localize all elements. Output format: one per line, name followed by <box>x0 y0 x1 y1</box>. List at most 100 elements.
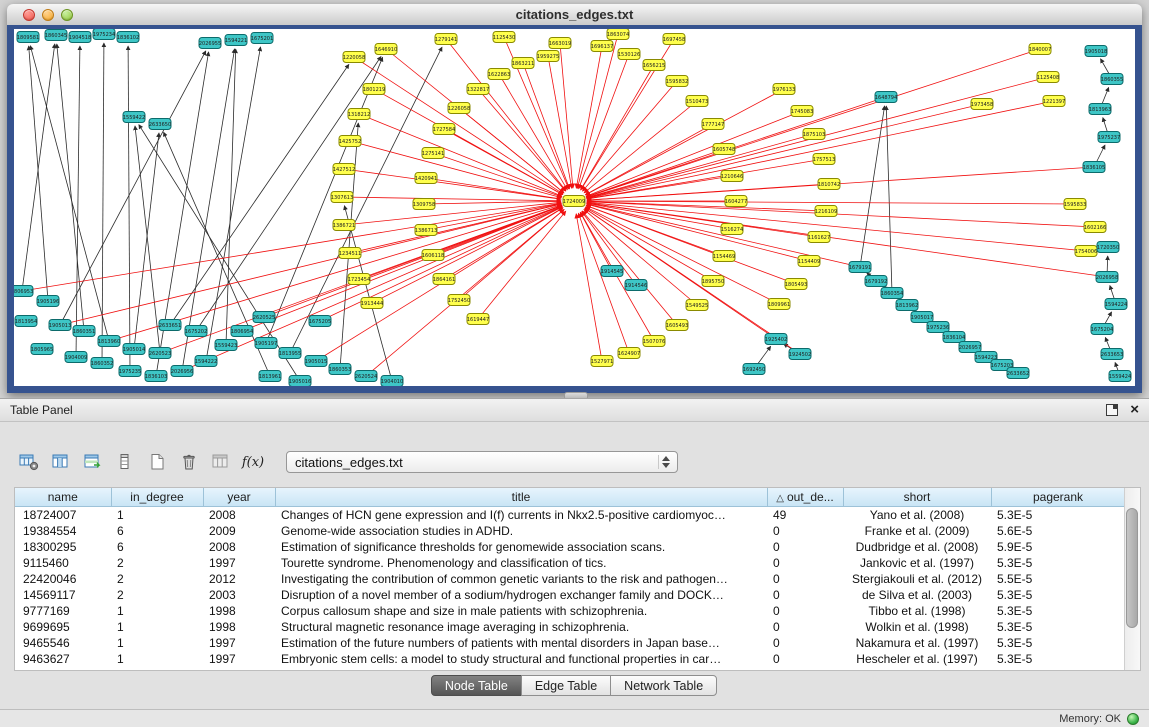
graph-node[interactable]: 1594222 <box>195 356 217 367</box>
close-window-button[interactable] <box>23 9 35 21</box>
graph-node[interactable]: 2620523 <box>149 348 171 359</box>
graph-node[interactable]: 1595832 <box>666 76 688 87</box>
column-header-year[interactable]: year <box>203 488 275 506</box>
graph-edge[interactable] <box>206 47 261 361</box>
graph-node[interactable]: 1309758 <box>413 199 435 210</box>
graph-node[interactable]: 1905015 <box>305 356 327 367</box>
graph-node[interactable]: 1805493 <box>785 279 807 290</box>
graph-edge[interactable] <box>29 46 48 301</box>
graph-edge[interactable] <box>22 44 55 291</box>
graph-node[interactable]: 1905013 <box>49 320 71 331</box>
graph-node[interactable]: 1220058 <box>343 52 365 63</box>
graph-node[interactable]: 1619447 <box>467 314 489 325</box>
table-row[interactable]: 1456911722003Disruption of a novel membe… <box>15 587 1125 603</box>
graph-node[interactable]: 1604277 <box>725 196 747 207</box>
table-columns-button[interactable] <box>48 450 74 474</box>
graph-node[interactable]: 1905014 <box>123 344 145 355</box>
graph-node[interactable]: 1675204 <box>1091 324 1113 335</box>
graph-node[interactable]: 1914546 <box>625 280 647 291</box>
network-window-titlebar[interactable]: citations_edges.txt <box>7 4 1142 26</box>
graph-node[interactable]: 1530126 <box>618 49 640 60</box>
table-selector-combobox[interactable]: citations_edges.txt <box>286 451 678 473</box>
column-header-out-degree[interactable]: △out_de... <box>767 488 843 506</box>
graph-node[interactable]: 1221397 <box>1043 96 1065 107</box>
graph-node[interactable]: 1836104 <box>943 332 965 343</box>
table-row[interactable]: 977716911998Corpus callosum shape and si… <box>15 603 1125 619</box>
graph-node[interactable]: 1624907 <box>618 348 640 359</box>
graph-node[interactable]: 1420941 <box>415 173 437 184</box>
graph-node[interactable]: 1905018 <box>1085 46 1107 57</box>
graph-node[interactable]: 2026956 <box>171 366 193 377</box>
graph-node[interactable]: 1605748 <box>713 144 735 155</box>
graph-node[interactable]: 1836103 <box>145 371 167 382</box>
column-button[interactable] <box>112 450 138 474</box>
tab-network-table[interactable]: Network Table <box>610 675 717 696</box>
graph-node[interactable]: 1279141 <box>435 34 457 45</box>
graph-edge[interactable] <box>560 43 573 188</box>
graph-node[interactable]: 1663019 <box>549 38 571 49</box>
graph-node[interactable]: 1924502 <box>789 349 811 360</box>
delete-button[interactable] <box>176 450 202 474</box>
table-select-rows-button[interactable] <box>80 450 106 474</box>
graph-node[interactable]: 1723454 <box>348 274 370 285</box>
graph-node[interactable]: 1905197 <box>255 338 277 349</box>
graph-node[interactable]: 1813961 <box>259 371 281 382</box>
graph-node[interactable]: 2026958 <box>1096 272 1118 283</box>
graph-node[interactable]: 1914545 <box>601 266 623 277</box>
graph-node[interactable]: 1696137 <box>591 41 613 52</box>
graph-node[interactable]: 1559423 <box>215 340 237 351</box>
column-header-name[interactable]: name <box>15 488 111 506</box>
graph-node[interactable]: 1606118 <box>422 250 444 261</box>
import-table-button[interactable] <box>208 450 234 474</box>
graph-edge[interactable] <box>587 203 1107 277</box>
graph-edge[interactable] <box>342 197 561 201</box>
graph-edge[interactable] <box>344 169 561 199</box>
function-builder-button[interactable]: f(x) <box>240 450 266 474</box>
minimize-window-button[interactable] <box>42 9 54 21</box>
graph-node[interactable]: 1675201 <box>251 33 273 44</box>
column-header-short[interactable]: short <box>843 488 991 506</box>
graph-node[interactable]: 1860352 <box>91 358 113 369</box>
table-row[interactable]: 946362711997Embryonic stem cells: a mode… <box>15 651 1125 667</box>
graph-node[interactable]: 1836105 <box>1083 162 1105 173</box>
new-document-button[interactable] <box>144 450 170 474</box>
graph-node[interactable]: 1904518 <box>69 32 91 43</box>
graph-node[interactable]: 2620524 <box>355 371 377 382</box>
column-header-in-degree[interactable]: in_degree <box>111 488 203 506</box>
graph-edge[interactable] <box>886 106 892 293</box>
graph-node[interactable]: 1697458 <box>663 34 685 45</box>
graph-edge[interactable] <box>581 65 654 190</box>
graph-edge[interactable] <box>76 46 80 357</box>
zoom-window-button[interactable] <box>61 9 73 21</box>
graph-edge[interactable] <box>577 34 618 188</box>
graph-node[interactable]: 1745083 <box>791 106 813 117</box>
graph-edge[interactable] <box>182 206 562 371</box>
graph-edge[interactable] <box>128 46 130 371</box>
graph-edge[interactable] <box>242 206 562 331</box>
graph-node[interactable]: 1602166 <box>1084 222 1106 233</box>
graph-edge[interactable] <box>587 201 1075 204</box>
graph-node[interactable]: 1813962 <box>896 300 918 311</box>
graph-node[interactable]: 1975234 <box>93 29 115 40</box>
graph-node[interactable]: 1154469 <box>713 251 735 262</box>
graph-node[interactable]: 1675205 <box>309 316 331 327</box>
graph-edge[interactable] <box>386 49 564 193</box>
graph-edge[interactable] <box>583 81 678 191</box>
graph-edge[interactable] <box>426 178 561 199</box>
network-canvas[interactable]: 1663019169613715301261656215159583215104… <box>14 29 1135 386</box>
graph-node[interactable]: 1809961 <box>768 299 790 310</box>
graph-edge[interactable] <box>579 54 629 189</box>
tab-node-table[interactable]: Node Table <box>431 675 522 696</box>
graph-node[interactable]: 1905017 <box>911 312 933 323</box>
graph-node[interactable]: 1904009 <box>65 352 87 363</box>
table-row[interactable]: 911546021997Tourette syndrome. Phenomeno… <box>15 555 1125 571</box>
tab-edge-table[interactable]: Edge Table <box>521 675 611 696</box>
graph-edge[interactable] <box>578 213 629 353</box>
graph-node[interactable]: 1692450 <box>743 364 765 375</box>
graph-node[interactable]: 1973458 <box>971 99 993 110</box>
graph-node[interactable]: 1594224 <box>1105 299 1127 310</box>
graph-node[interactable]: 1925402 <box>765 334 787 345</box>
graph-edge[interactable] <box>424 201 561 204</box>
graph-node[interactable]: 2633652 <box>1007 368 1029 379</box>
graph-node[interactable]: 1840007 <box>1029 44 1051 55</box>
